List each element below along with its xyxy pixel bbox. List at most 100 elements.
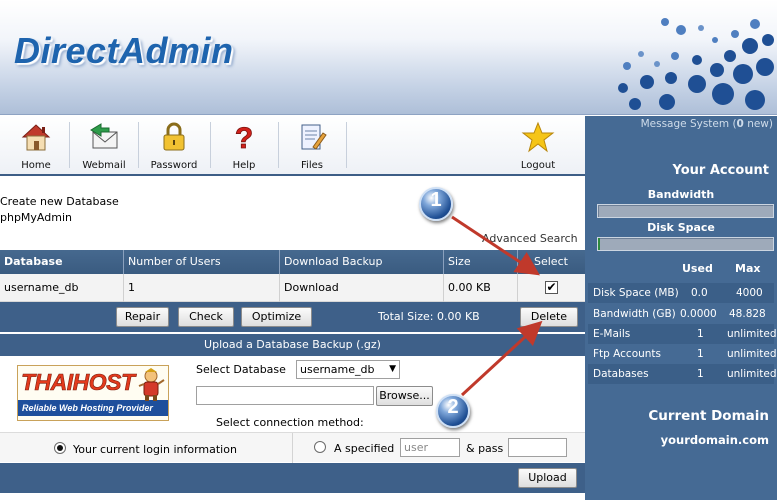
specified-login-label: A specified <box>334 442 395 455</box>
column-number-of-users[interactable]: Number of Users <box>124 250 280 274</box>
mascot-figure-icon <box>138 368 165 401</box>
column-download-backup[interactable]: Download Backup <box>280 250 444 274</box>
current-login-label: Your current login information <box>73 443 237 456</box>
select-database-label: Select Database <box>196 363 286 376</box>
total-size-text: Total Size: 0.00 KB <box>378 310 480 323</box>
stat-used: 0.0 <box>691 287 708 299</box>
cell-select: ✔ <box>518 274 585 302</box>
stat-row-disk: Disk Space (MB) 0.0 4000 <box>588 283 774 303</box>
stat-label: E-Mails <box>593 328 631 340</box>
specified-user-input[interactable]: user <box>400 438 460 457</box>
thaihost-tagline: Reliable Web Hosting Provider <box>18 400 168 416</box>
database-table-header: Database Number of Users Download Backup… <box>0 250 585 274</box>
delete-button[interactable]: Delete <box>520 307 578 327</box>
stat-used: 1 <box>697 368 704 380</box>
stat-used: 0.0000 <box>680 308 717 320</box>
chevron-down-icon: ▼ <box>389 364 396 374</box>
specified-pass-input[interactable] <box>508 438 567 457</box>
home-label: Home <box>21 160 51 171</box>
cell-database[interactable]: username_db <box>0 274 124 302</box>
browse-button[interactable]: Browse... <box>376 386 433 406</box>
main-toolbar: Home Webmail Password ? Help Files Logou… <box>0 116 585 176</box>
files-button[interactable]: Files <box>284 116 340 174</box>
create-database-link[interactable]: Create new Database <box>0 195 119 208</box>
toolbar-divider <box>69 122 70 168</box>
current-domain-title: Current Domain <box>648 408 769 424</box>
message-system-link[interactable]: Message System (0 new) <box>585 118 773 130</box>
select-database-dropdown[interactable]: username_db ▼ <box>296 360 400 379</box>
column-database[interactable]: Database <box>0 250 124 274</box>
decorative-dots-graphic <box>618 18 774 110</box>
webmail-icon <box>90 123 118 149</box>
thaihost-brand-text: THAIHOST <box>21 369 136 396</box>
stat-max: unlimited <box>727 348 777 360</box>
row-select-checkbox[interactable]: ✔ <box>545 281 558 294</box>
logout-star-icon <box>521 121 555 153</box>
logout-button[interactable]: Logout <box>510 116 566 174</box>
message-system-label: Message System ( <box>640 118 737 130</box>
options-divider <box>292 433 293 463</box>
phpmyadmin-link[interactable]: phpMyAdmin <box>0 211 72 224</box>
stat-max: unlimited <box>727 368 777 380</box>
stat-max: 48.828 <box>729 308 766 320</box>
toolbar-divider <box>346 122 347 168</box>
max-column-header: Max <box>735 262 761 275</box>
help-label: Help <box>232 160 256 171</box>
current-login-radio[interactable] <box>54 442 66 454</box>
stat-row-bandwidth: Bandwidth (GB) 0.0000 48.828 <box>588 304 774 324</box>
specified-login-radio[interactable] <box>314 441 326 453</box>
files-icon <box>301 124 327 150</box>
backup-file-path-field[interactable] <box>196 386 374 405</box>
advanced-search-link[interactable]: Advanced Search <box>482 232 578 245</box>
stat-label: Databases <box>593 368 649 380</box>
webmail-button[interactable]: Webmail <box>76 116 132 174</box>
password-button[interactable]: Password <box>144 116 204 174</box>
stat-row-databases: Databases 1 unlimited <box>588 364 777 384</box>
stat-label: Ftp Accounts <box>593 348 662 360</box>
stat-row-ftp: Ftp Accounts 1 unlimited <box>588 344 777 364</box>
upload-section-header: Upload a Database Backup (.gz) <box>0 334 585 356</box>
logout-label: Logout <box>520 160 556 171</box>
used-column-header: Used <box>682 262 713 275</box>
password-label: Password <box>150 160 198 171</box>
stat-used: 1 <box>697 328 704 340</box>
cell-users: 1 <box>124 274 280 302</box>
toolbar-divider <box>278 122 279 168</box>
svg-text:?: ? <box>235 122 253 154</box>
your-account-title: Your Account <box>672 163 769 178</box>
pass-label: & pass <box>466 442 504 455</box>
files-label: Files <box>301 160 323 171</box>
check-button[interactable]: Check <box>178 307 234 327</box>
cell-download-link[interactable]: Download <box>280 274 444 302</box>
thaihost-logo-badge: THAIHOST Reliable Web Hosting Provider <box>17 365 169 421</box>
column-size[interactable]: Size <box>444 250 518 274</box>
disk-usage-fill <box>598 238 600 250</box>
select-database-value: username_db <box>300 363 375 376</box>
message-count: 0 <box>736 118 744 130</box>
current-domain-value[interactable]: yourdomain.com <box>661 433 769 447</box>
table-action-bar: Repair Check Optimize Total Size: 0.00 K… <box>0 302 585 332</box>
repair-button[interactable]: Repair <box>116 307 169 327</box>
upload-action-bar: Upload <box>0 463 585 493</box>
optimize-button[interactable]: Optimize <box>241 307 312 327</box>
column-select[interactable]: Select <box>518 250 585 274</box>
stat-label: Disk Space (MB) <box>593 287 679 299</box>
bandwidth-label: Bandwidth <box>647 188 715 201</box>
home-button[interactable]: Home <box>8 116 64 174</box>
stat-label: Bandwidth (GB) <box>593 308 676 320</box>
webmail-label: Webmail <box>82 160 126 171</box>
home-icon <box>21 124 51 151</box>
bandwidth-usage-bar <box>597 204 774 218</box>
toolbar-divider <box>138 122 139 168</box>
toolbar-divider <box>210 122 211 168</box>
stat-max: 4000 <box>736 287 763 299</box>
table-row: username_db 1 Download 0.00 KB ✔ <box>0 274 585 302</box>
help-question-icon: ? <box>234 122 253 154</box>
cell-size: 0.00 KB <box>444 274 518 302</box>
account-sidebar: Message System (0 new) Your Account Band… <box>585 116 777 500</box>
help-button[interactable]: ? Help <box>216 116 272 174</box>
message-system-suffix: new) <box>743 118 773 130</box>
connection-method-label: Select connection method: <box>216 416 364 429</box>
upload-button[interactable]: Upload <box>518 468 577 488</box>
stat-used: 1 <box>697 348 704 360</box>
